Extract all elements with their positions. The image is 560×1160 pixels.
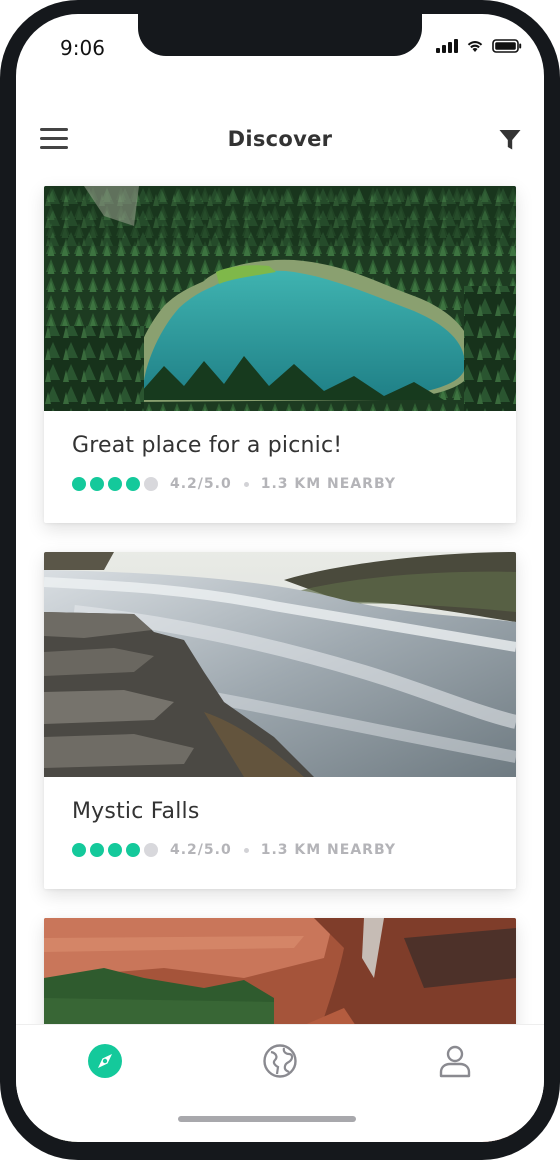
rating-dot-filled [90, 843, 104, 857]
app-header: Discover [16, 114, 544, 166]
place-card[interactable]: Mystic Falls 4.2/5.0 1.3 KM NEARBY [44, 552, 516, 889]
rating-dot-filled [108, 477, 122, 491]
card-title: Mystic Falls [72, 799, 200, 824]
filter-icon[interactable] [498, 128, 522, 152]
card-meta: 4.2/5.0 1.3 KM NEARBY [72, 842, 488, 858]
rating-dot-filled [72, 477, 86, 491]
rating-text: 4.2/5.0 [170, 476, 232, 492]
device-notch [138, 14, 422, 56]
globe-icon [263, 1044, 297, 1078]
rating-dot-filled [126, 477, 140, 491]
app-screen: 9:06 Discover Great place for a picnic! … [16, 14, 544, 1142]
bottom-tab-bar [16, 1024, 544, 1142]
rating-dot-filled [126, 843, 140, 857]
waterfall-image [44, 552, 516, 777]
forest-lake-image [44, 186, 516, 411]
home-indicator[interactable] [178, 1116, 356, 1122]
signal-icon [436, 39, 458, 53]
card-body: Mystic Falls 4.2/5.0 1.3 KM NEARBY [44, 777, 516, 889]
tab-profile[interactable] [437, 1043, 473, 1079]
distance-text: 1.3 KM NEARBY [260, 476, 396, 492]
rating-dot-filled [90, 477, 104, 491]
rating-dots [72, 843, 158, 857]
rating-dot-filled [72, 843, 86, 857]
rating-dots [72, 477, 158, 491]
meta-separator [243, 481, 249, 487]
status-time: 9:06 [60, 36, 105, 60]
page-title: Discover [227, 127, 333, 151]
wifi-icon [466, 39, 484, 53]
user-icon [439, 1045, 471, 1078]
card-body: Great place for a picnic! 4.2/5.0 1.3 KM… [44, 411, 516, 523]
rating-text: 4.2/5.0 [170, 842, 232, 858]
battery-icon [492, 39, 522, 53]
compass-icon [88, 1044, 122, 1078]
rating-dot-empty [144, 843, 158, 857]
phone-frame: 9:06 Discover Great place for a picnic! … [0, 0, 560, 1160]
tab-discover[interactable] [87, 1043, 123, 1079]
card-meta: 4.2/5.0 1.3 KM NEARBY [72, 476, 488, 492]
card-title: Great place for a picnic! [72, 433, 343, 458]
tab-explore[interactable] [262, 1043, 298, 1079]
status-icons [436, 39, 522, 53]
meta-separator [243, 847, 249, 853]
place-card[interactable]: Great place for a picnic! 4.2/5.0 1.3 KM… [44, 186, 516, 523]
rating-dot-empty [144, 477, 158, 491]
rating-dot-filled [108, 843, 122, 857]
distance-text: 1.3 KM NEARBY [260, 842, 396, 858]
